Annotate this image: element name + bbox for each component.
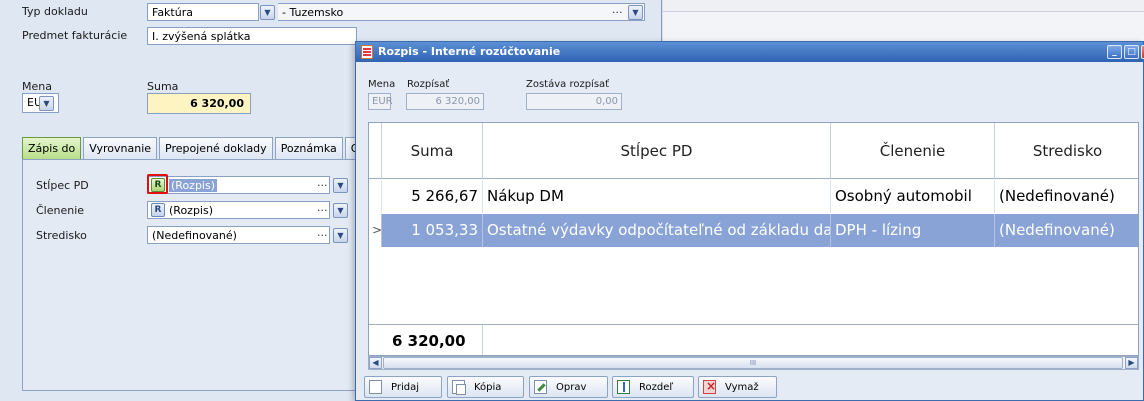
scroll-left-icon[interactable]: ◀ [369,357,382,369]
rozpis-dialog: Rozpis - Interné rozúčtovanie _ □ Mena E… [355,41,1144,401]
tab-poznamka[interactable]: Poznámka [274,137,343,159]
tab-panel-zapis-do: Stĺpec PD (Rozpis) R ··· ▼ Členenie (Roz… [22,159,362,391]
edit-button-label: Oprav [556,381,587,393]
zostava-label: Zostáva rozpísať [526,79,610,90]
split-button[interactable]: Rozdeľ [612,376,694,398]
row-clenenie[interactable]: Osobný automobil [831,180,995,213]
dialog-titlebar[interactable]: Rozpis - Interné rozúčtovanie _ □ [356,42,1144,62]
split-button-label: Rozdeľ [639,381,674,393]
row-stredisko[interactable]: (Nedefinované) [995,214,1138,247]
highlight-marker [147,174,168,194]
dialog-app-icon [361,45,373,59]
row-stlpec-pd[interactable]: Ostatné výdavky odpočítateľné od základu… [483,214,831,247]
stredisko-dropdown-icon[interactable]: ▼ [333,228,348,243]
typ-dokladu-variant-dropdown-icon[interactable]: ▼ [628,5,643,20]
split-grid: Suma Stĺpec PD Členenie Stredisko 5 266,… [368,122,1139,356]
mena-label: Mena [22,80,52,93]
column-header-stlpec-pd[interactable]: Stĺpec PD [483,123,831,179]
typ-dokladu-variant-field[interactable]: - Tuzemsko [278,3,645,21]
copy-button-label: Kópia [474,381,502,393]
add-button-label: Pridaj [391,381,419,393]
typ-dokladu-field[interactable]: Faktúra [147,3,259,21]
suma-label: Suma [147,80,179,93]
mena-dropdown-icon[interactable]: ▼ [39,96,54,111]
edit-icon [534,380,547,394]
typ-dokladu-label: Typ dokladu [22,5,88,18]
edit-button[interactable]: Oprav [529,376,608,398]
column-header-clenenie[interactable]: Členenie [831,123,995,179]
dialog-mena-field: EUR [368,93,393,110]
column-header-stredisko[interactable]: Stredisko [995,123,1138,179]
grid-footer: 6 320,00 [369,324,1138,355]
maximize-icon[interactable]: □ [1124,45,1139,59]
zostava-field: 0,00 [526,93,622,110]
stlpec-pd-label: Stĺpec PD [36,179,89,192]
predmet-label: Predmet fakturácie [22,29,128,42]
clenenie-dropdown-icon[interactable]: ▼ [333,203,348,218]
stredisko-field[interactable]: (Nedefinované) [147,226,330,244]
add-button[interactable]: Pridaj [364,376,442,398]
copy-icon [452,380,466,395]
minimize-icon[interactable]: _ [1107,45,1122,59]
scroll-right-icon[interactable]: ▶ [1125,357,1138,369]
typ-dokladu-dropdown-icon[interactable]: ▼ [260,5,275,20]
grid-indicator-header [369,123,382,179]
dialog-title: Rozpis - Interné rozúčtovanie [378,45,561,58]
table-row[interactable]: 5 266,67 Nákup DM Osobný automobil (Nede… [369,180,1138,213]
column-header-suma[interactable]: Suma [382,123,483,179]
clenenie-value: (Rozpis) [169,204,214,217]
scroll-thumb[interactable]: III [383,357,1123,369]
row-indicator [369,180,382,213]
clenenie-label: Členenie [36,204,85,217]
suma-field[interactable]: 6 320,00 [147,93,251,114]
row-clenenie[interactable]: DPH - lízing [831,214,995,247]
dialog-mena-label: Mena [368,79,396,90]
new-page-icon [369,380,382,394]
stlpec-pd-field[interactable]: (Rozpis) [147,176,330,194]
tab-prepojene-doklady[interactable]: Prepojené doklady [159,137,273,159]
stredisko-more-icon[interactable]: ··· [317,229,328,242]
delete-button-label: Vymaž [725,381,759,393]
rozpisat-label: Rozpísať [407,79,450,90]
stlpec-dropdown-icon[interactable]: ▼ [333,178,348,193]
delete-button[interactable]: Vymaž [698,376,777,398]
stredisko-label: Stredisko [36,229,87,242]
predmet-field[interactable]: I. zvýšená splátka [147,27,357,45]
split-icon [617,380,630,394]
horizontal-scrollbar[interactable]: ◀ III ▶ [368,356,1139,370]
rozpisat-field: 6 320,00 [406,93,484,110]
total-suma: 6 320,00 [382,325,483,355]
stlpec-more-icon[interactable]: ··· [317,179,328,192]
clenenie-r-icon[interactable]: R [151,203,165,217]
stlpec-pd-value: (Rozpis) [169,179,218,192]
row-indicator: > [369,214,382,247]
delete-icon [703,379,716,394]
form-tabs: Zápis do Vyrovnanie Prepojené doklady Po… [22,137,384,159]
tab-zapis-do[interactable]: Zápis do [22,137,82,159]
row-stlpec-pd[interactable]: Nákup DM [483,180,831,213]
row-stredisko[interactable]: (Nedefinované) [995,180,1138,213]
row-suma[interactable]: 1 053,33 [382,214,483,247]
clenenie-field[interactable]: (Rozpis) [147,201,330,219]
table-row-selected[interactable]: > 1 053,33 Ostatné výdavky odpočítateľné… [369,214,1138,247]
typ-dokladu-more-icon[interactable]: ··· [612,6,623,19]
tab-vyrovnanie[interactable]: Vyrovnanie [83,137,158,159]
row-suma[interactable]: 5 266,67 [382,180,483,213]
copy-button[interactable]: Kópia [447,376,524,398]
clenenie-more-icon[interactable]: ··· [317,204,328,217]
